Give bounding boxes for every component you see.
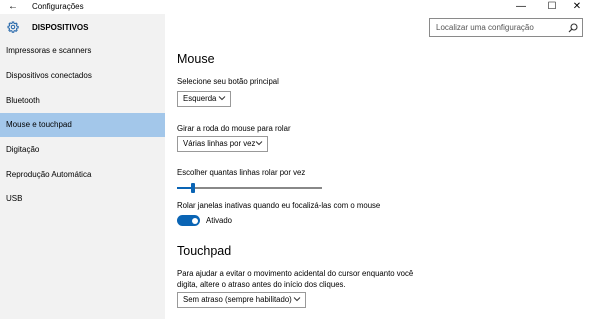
sidebar-header: DISPOSITIVOS [0, 14, 165, 42]
chevron-down-icon [218, 94, 226, 102]
wheel-dropdown[interactable]: Várias linhas por vez [177, 136, 268, 152]
inactive-scroll-label: Rolar janelas inativas quando eu focaliz… [177, 201, 381, 210]
primary-button-dropdown[interactable]: Esquerda [177, 91, 231, 107]
inactive-scroll-state: Ativado [206, 216, 233, 225]
close-button[interactable]: ✕ [562, 0, 589, 14]
gear-icon [7, 21, 19, 33]
primary-button-label: Selecione seu botão principal [177, 77, 279, 86]
touchpad-description: Para ajudar a evitar o movimento acident… [177, 269, 414, 289]
sidebar-item-reproducao-automatica[interactable]: Reprodução Automática [0, 163, 165, 187]
slider-fill [177, 187, 192, 189]
touchpad-delay-dropdown[interactable]: Sem atraso (sempre habilitado) [177, 292, 306, 308]
inactive-scroll-toggle[interactable] [177, 215, 200, 226]
search-box[interactable] [429, 18, 583, 37]
sidebar-item-dispositivos-conectados[interactable]: Dispositivos conectados [0, 64, 165, 88]
minimize-button[interactable]: — [506, 0, 536, 14]
sidebar-item-bluetooth[interactable]: Bluetooth [0, 89, 165, 113]
sidebar-item-digitacao[interactable]: Digitação [0, 138, 165, 162]
main-content: Mouse Selecione seu botão principal Esqu… [165, 42, 589, 319]
window-title: Configurações [32, 2, 84, 11]
touchpad-delay-value: Sem atraso (sempre habilitado) [183, 295, 292, 304]
slider-track [177, 187, 322, 189]
search-bar [165, 14, 589, 42]
sidebar-item-usb[interactable]: USB [0, 187, 165, 211]
chevron-down-icon [255, 139, 263, 147]
toggle-knob [191, 217, 198, 224]
back-arrow-icon[interactable]: ← [8, 0, 18, 13]
sidebar: DISPOSITIVOS Impressoras e scanners Disp… [0, 14, 165, 319]
lines-label: Escolher quantas linhas rolar por vez [177, 168, 306, 177]
search-icon[interactable] [568, 23, 578, 33]
primary-button-value: Esquerda [183, 94, 217, 103]
lines-slider[interactable] [177, 183, 322, 193]
search-input[interactable] [436, 19, 564, 36]
sidebar-item-impressoras[interactable]: Impressoras e scanners [0, 39, 165, 63]
sidebar-item-mouse-touchpad[interactable]: Mouse e touchpad [0, 113, 165, 137]
touchpad-heading: Touchpad [177, 244, 232, 258]
chevron-down-icon [293, 295, 301, 303]
wheel-value: Várias linhas por vez [183, 139, 256, 148]
slider-thumb[interactable] [191, 183, 196, 193]
wheel-label: Girar a roda do mouse para rolar [177, 124, 291, 133]
title-bar: ← Configurações — ☐ ✕ [0, 0, 589, 14]
mouse-heading: Mouse [177, 52, 215, 66]
sidebar-header-label: DISPOSITIVOS [32, 23, 89, 32]
